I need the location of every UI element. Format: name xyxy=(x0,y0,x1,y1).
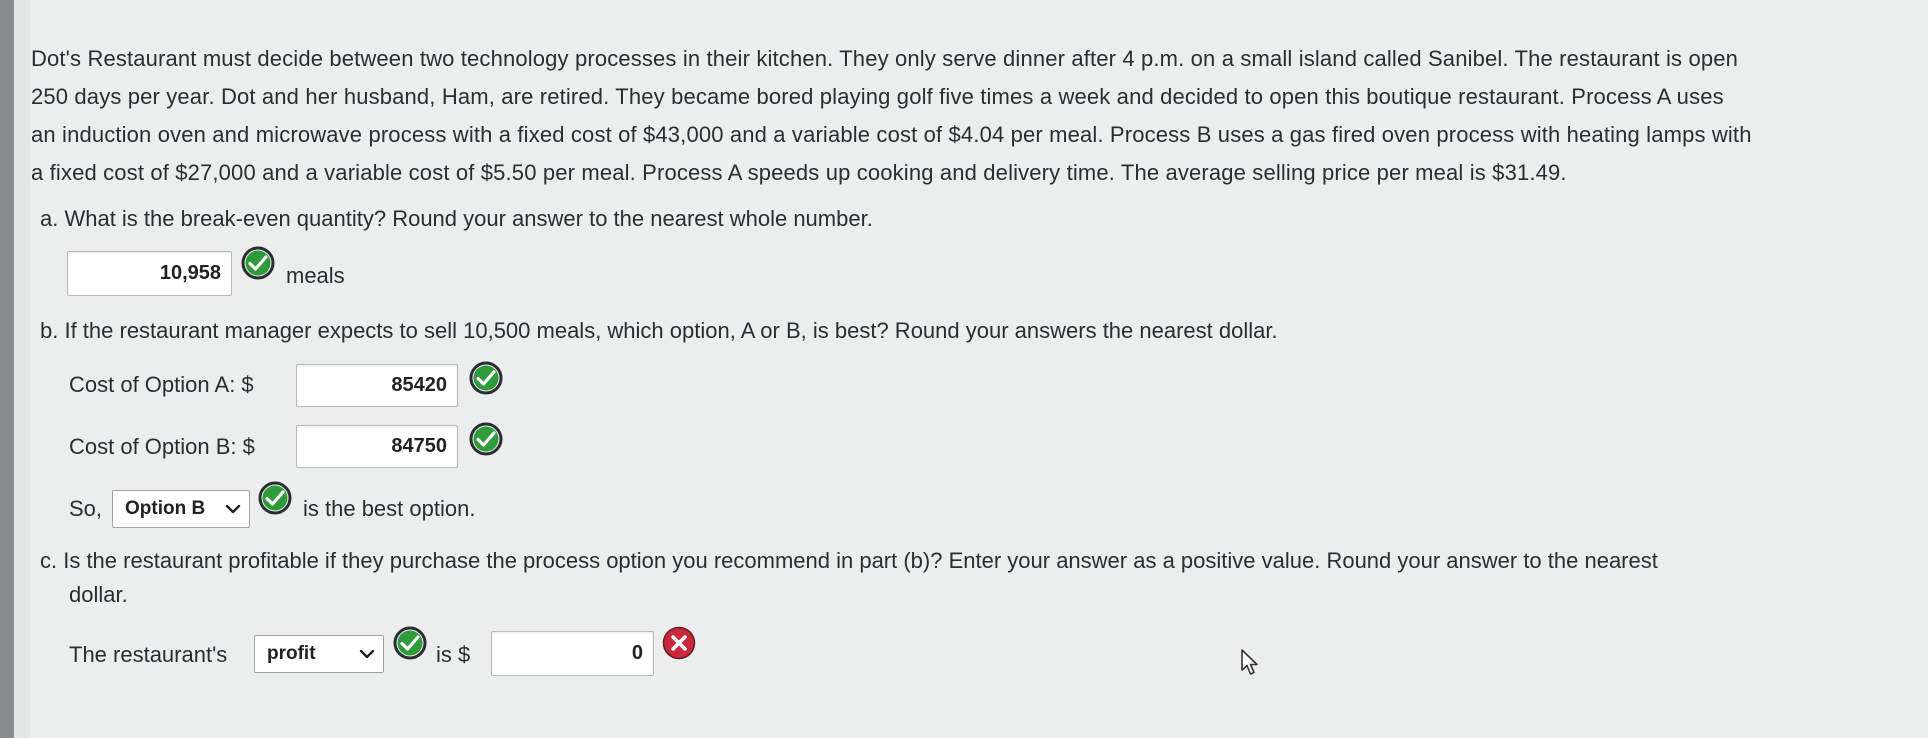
profit-loss-select[interactable]: profit xyxy=(254,635,384,673)
cost-a-input[interactable]: 85420 xyxy=(296,364,458,407)
best-option-selected: Option B xyxy=(125,498,206,519)
window-edge xyxy=(0,0,14,738)
part-b-question: b. If the restaurant manager expects to … xyxy=(40,318,1278,343)
profit-amount-value: 0 xyxy=(631,642,643,664)
part-a-question: a. What is the break-even quantity? Roun… xyxy=(40,206,873,231)
best-option-suffix: is the best option. xyxy=(303,496,476,521)
is-dollar-label: is $ xyxy=(436,642,471,667)
cost-b-label: Cost of Option B: $ xyxy=(69,434,255,459)
problem-line: a fixed cost of $27,000 and a variable c… xyxy=(31,160,1567,185)
problem-line: 250 days per year. Dot and her husband, … xyxy=(31,84,1724,109)
so-label: So, xyxy=(69,496,103,521)
part-c-question: c. Is the restaurant profitable if they … xyxy=(40,548,1658,573)
profit-loss-selected: profit xyxy=(267,643,316,664)
part-c-question-cont: dollar. xyxy=(69,582,128,607)
problem-line: an induction oven and microwave process … xyxy=(31,122,1752,147)
chevron-down-icon xyxy=(359,649,375,659)
problem-statement: Dot's Restaurant must decide between two… xyxy=(31,40,1928,192)
cost-b-input[interactable]: 84750 xyxy=(296,425,458,468)
window-edge-shade xyxy=(14,0,30,738)
mouse-cursor-icon xyxy=(1241,649,1258,675)
restaurant-prefix-label: The restaurant's xyxy=(69,642,228,667)
check-circle-icon xyxy=(258,481,292,515)
chevron-down-icon xyxy=(225,504,241,514)
x-circle-icon xyxy=(662,626,696,660)
check-circle-icon xyxy=(393,626,427,660)
check-circle-icon xyxy=(469,361,503,395)
check-circle-icon xyxy=(469,422,503,456)
cost-b-value: 84750 xyxy=(391,435,447,457)
break-even-value: 10,958 xyxy=(159,262,221,284)
cost-a-label: Cost of Option A: $ xyxy=(69,372,254,397)
profit-amount-input[interactable]: 0 xyxy=(491,631,654,676)
cost-a-value: 85420 xyxy=(391,374,447,396)
best-option-select[interactable]: Option B xyxy=(112,490,250,528)
check-circle-icon xyxy=(241,246,275,280)
meals-unit: meals xyxy=(286,263,345,288)
problem-line: Dot's Restaurant must decide between two… xyxy=(31,46,1738,71)
break-even-input[interactable]: 10,958 xyxy=(67,251,232,296)
